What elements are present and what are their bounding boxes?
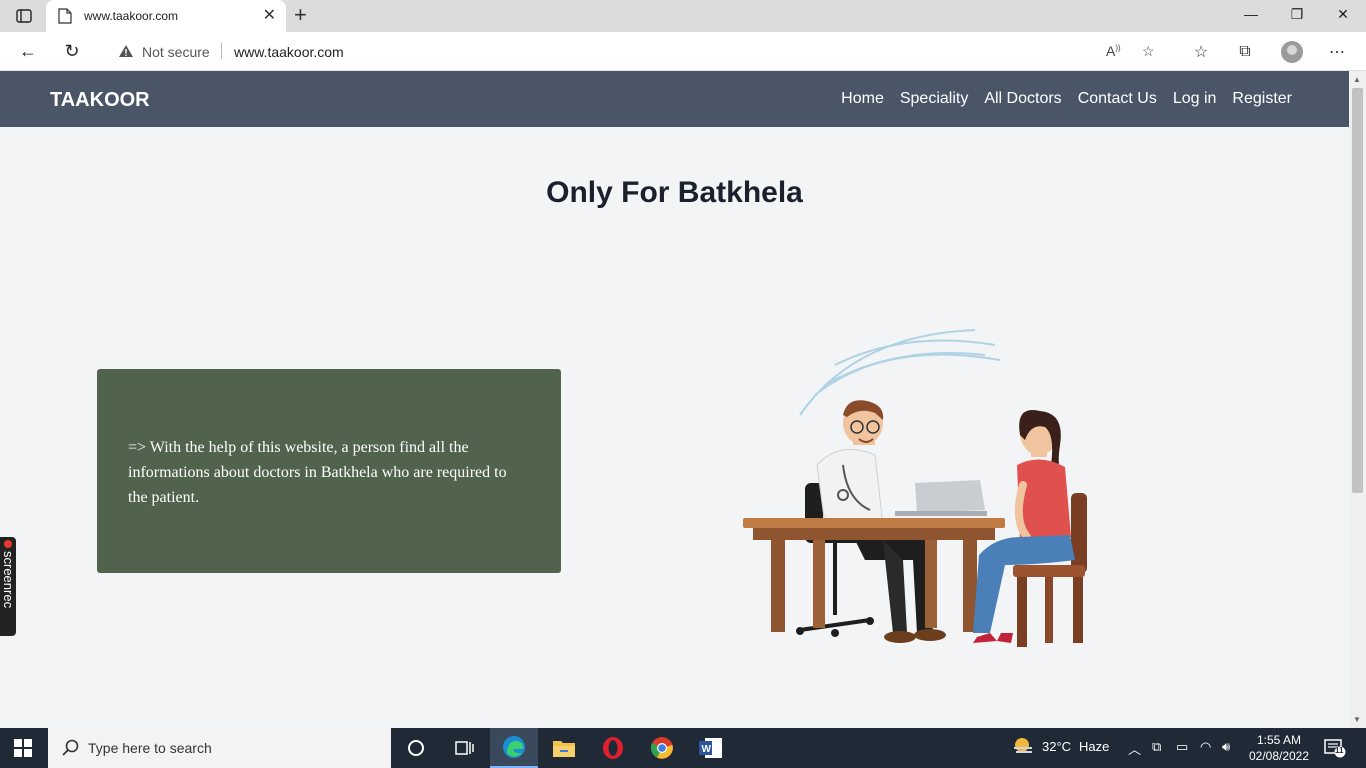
- back-icon[interactable]: ←: [16, 40, 40, 62]
- record-dot-icon: [4, 540, 12, 548]
- windows-start-icon[interactable]: [14, 739, 32, 762]
- more-options-icon[interactable]: ⋯: [1326, 41, 1348, 63]
- search-placeholder: Type here to search: [88, 740, 212, 756]
- weather-temp: 32°C: [1042, 738, 1072, 754]
- site-navbar: TAAKOOR Home Speciality All Doctors Cont…: [0, 71, 1349, 127]
- page-icon: [58, 8, 72, 29]
- windows-taskbar: Type here to search W 32°C Haze ︿ ⧉ ▭ ◠ …: [0, 728, 1366, 768]
- scroll-down-arrow-icon[interactable]: ▼: [1353, 715, 1361, 724]
- system-clock[interactable]: 1:55 AM 02/08/2022: [1244, 732, 1314, 764]
- browser-toolbar: ← ↻ Not secure www.taakoor.com A)) ☆ ☆ ⧉…: [0, 32, 1366, 71]
- divider: [221, 43, 222, 59]
- new-tab-icon[interactable]: +: [294, 4, 307, 26]
- taskbar-search[interactable]: Type here to search: [48, 728, 391, 768]
- nav-register[interactable]: Register: [1232, 90, 1292, 108]
- weather-condition: Haze: [1079, 738, 1110, 754]
- restore-icon[interactable]: ❐: [1282, 6, 1312, 23]
- wifi-icon[interactable]: ◠: [1200, 739, 1211, 755]
- scroll-up-arrow-icon[interactable]: ▲: [1353, 75, 1361, 84]
- nav-all-doctors[interactable]: All Doctors: [984, 90, 1061, 108]
- close-window-icon[interactable]: ✕: [1328, 6, 1358, 23]
- security-status[interactable]: Not secure: [142, 44, 210, 60]
- info-text: => With the help of this website, a pers…: [128, 439, 507, 506]
- site-logo[interactable]: TAAKOOR: [50, 89, 150, 112]
- notifications-icon[interactable]: 11: [1324, 738, 1346, 763]
- screenrec-label: screenrec: [1, 551, 16, 609]
- edge-app-icon[interactable]: [490, 728, 538, 768]
- nav-contact-us[interactable]: Contact Us: [1078, 90, 1157, 108]
- word-icon[interactable]: W: [687, 728, 735, 768]
- cortana-icon[interactable]: [392, 728, 440, 768]
- chrome-icon[interactable]: [638, 728, 686, 768]
- weather-haze-icon: [1014, 738, 1032, 753]
- warning-icon[interactable]: [118, 44, 134, 63]
- opera-icon[interactable]: [589, 728, 637, 768]
- tab-actions-icon[interactable]: [12, 6, 36, 26]
- minimize-icon[interactable]: —: [1236, 6, 1266, 22]
- meet-now-icon[interactable]: ⧉: [1152, 739, 1161, 755]
- doctor-patient-illustration: [743, 329, 1087, 647]
- nav-login[interactable]: Log in: [1173, 90, 1217, 108]
- page-scrollbar[interactable]: ▲ ▼: [1349, 71, 1366, 728]
- refresh-icon[interactable]: ↻: [60, 40, 84, 62]
- nav-links: Home Speciality All Doctors Contact Us L…: [841, 90, 1292, 108]
- collections-icon[interactable]: ⧉: [1234, 41, 1256, 63]
- battery-icon[interactable]: ▭: [1176, 739, 1188, 755]
- profile-avatar[interactable]: [1281, 41, 1303, 63]
- address-bar[interactable]: Not secure www.taakoor.com A)) ☆: [100, 35, 1170, 67]
- add-favorite-icon[interactable]: ☆: [1142, 43, 1155, 60]
- notification-count: 11: [1335, 746, 1344, 755]
- clock-time: 1:55 AM: [1256, 733, 1302, 747]
- scroll-thumb[interactable]: [1352, 88, 1363, 493]
- url-text[interactable]: www.taakoor.com: [234, 44, 344, 60]
- volume-icon[interactable]: 🔊︎: [1222, 739, 1230, 755]
- show-hidden-icons-icon[interactable]: ︿: [1128, 739, 1141, 758]
- screenrec-badge[interactable]: screenrec: [0, 537, 16, 636]
- nav-speciality[interactable]: Speciality: [900, 90, 968, 108]
- weather-widget[interactable]: 32°C Haze: [1012, 736, 1109, 756]
- tab-close-icon[interactable]: ✕: [263, 8, 276, 24]
- info-box: => With the help of this website, a pers…: [97, 369, 561, 573]
- task-view-icon[interactable]: [440, 728, 488, 768]
- file-explorer-icon[interactable]: [540, 728, 588, 768]
- favorites-icon[interactable]: ☆: [1190, 41, 1212, 63]
- browser-tab-strip: www.taakoor.com ✕ + — ❐ ✕: [0, 0, 1366, 32]
- tab-title: www.taakoor.com: [84, 9, 179, 23]
- clock-date: 02/08/2022: [1248, 749, 1310, 763]
- svg-text:W: W: [702, 744, 712, 755]
- nav-home[interactable]: Home: [841, 90, 884, 108]
- page-title: Only For Batkhela: [546, 176, 803, 209]
- read-aloud-icon[interactable]: A)): [1106, 43, 1121, 59]
- browser-tab[interactable]: www.taakoor.com ✕: [46, 0, 286, 32]
- search-icon: [62, 739, 80, 762]
